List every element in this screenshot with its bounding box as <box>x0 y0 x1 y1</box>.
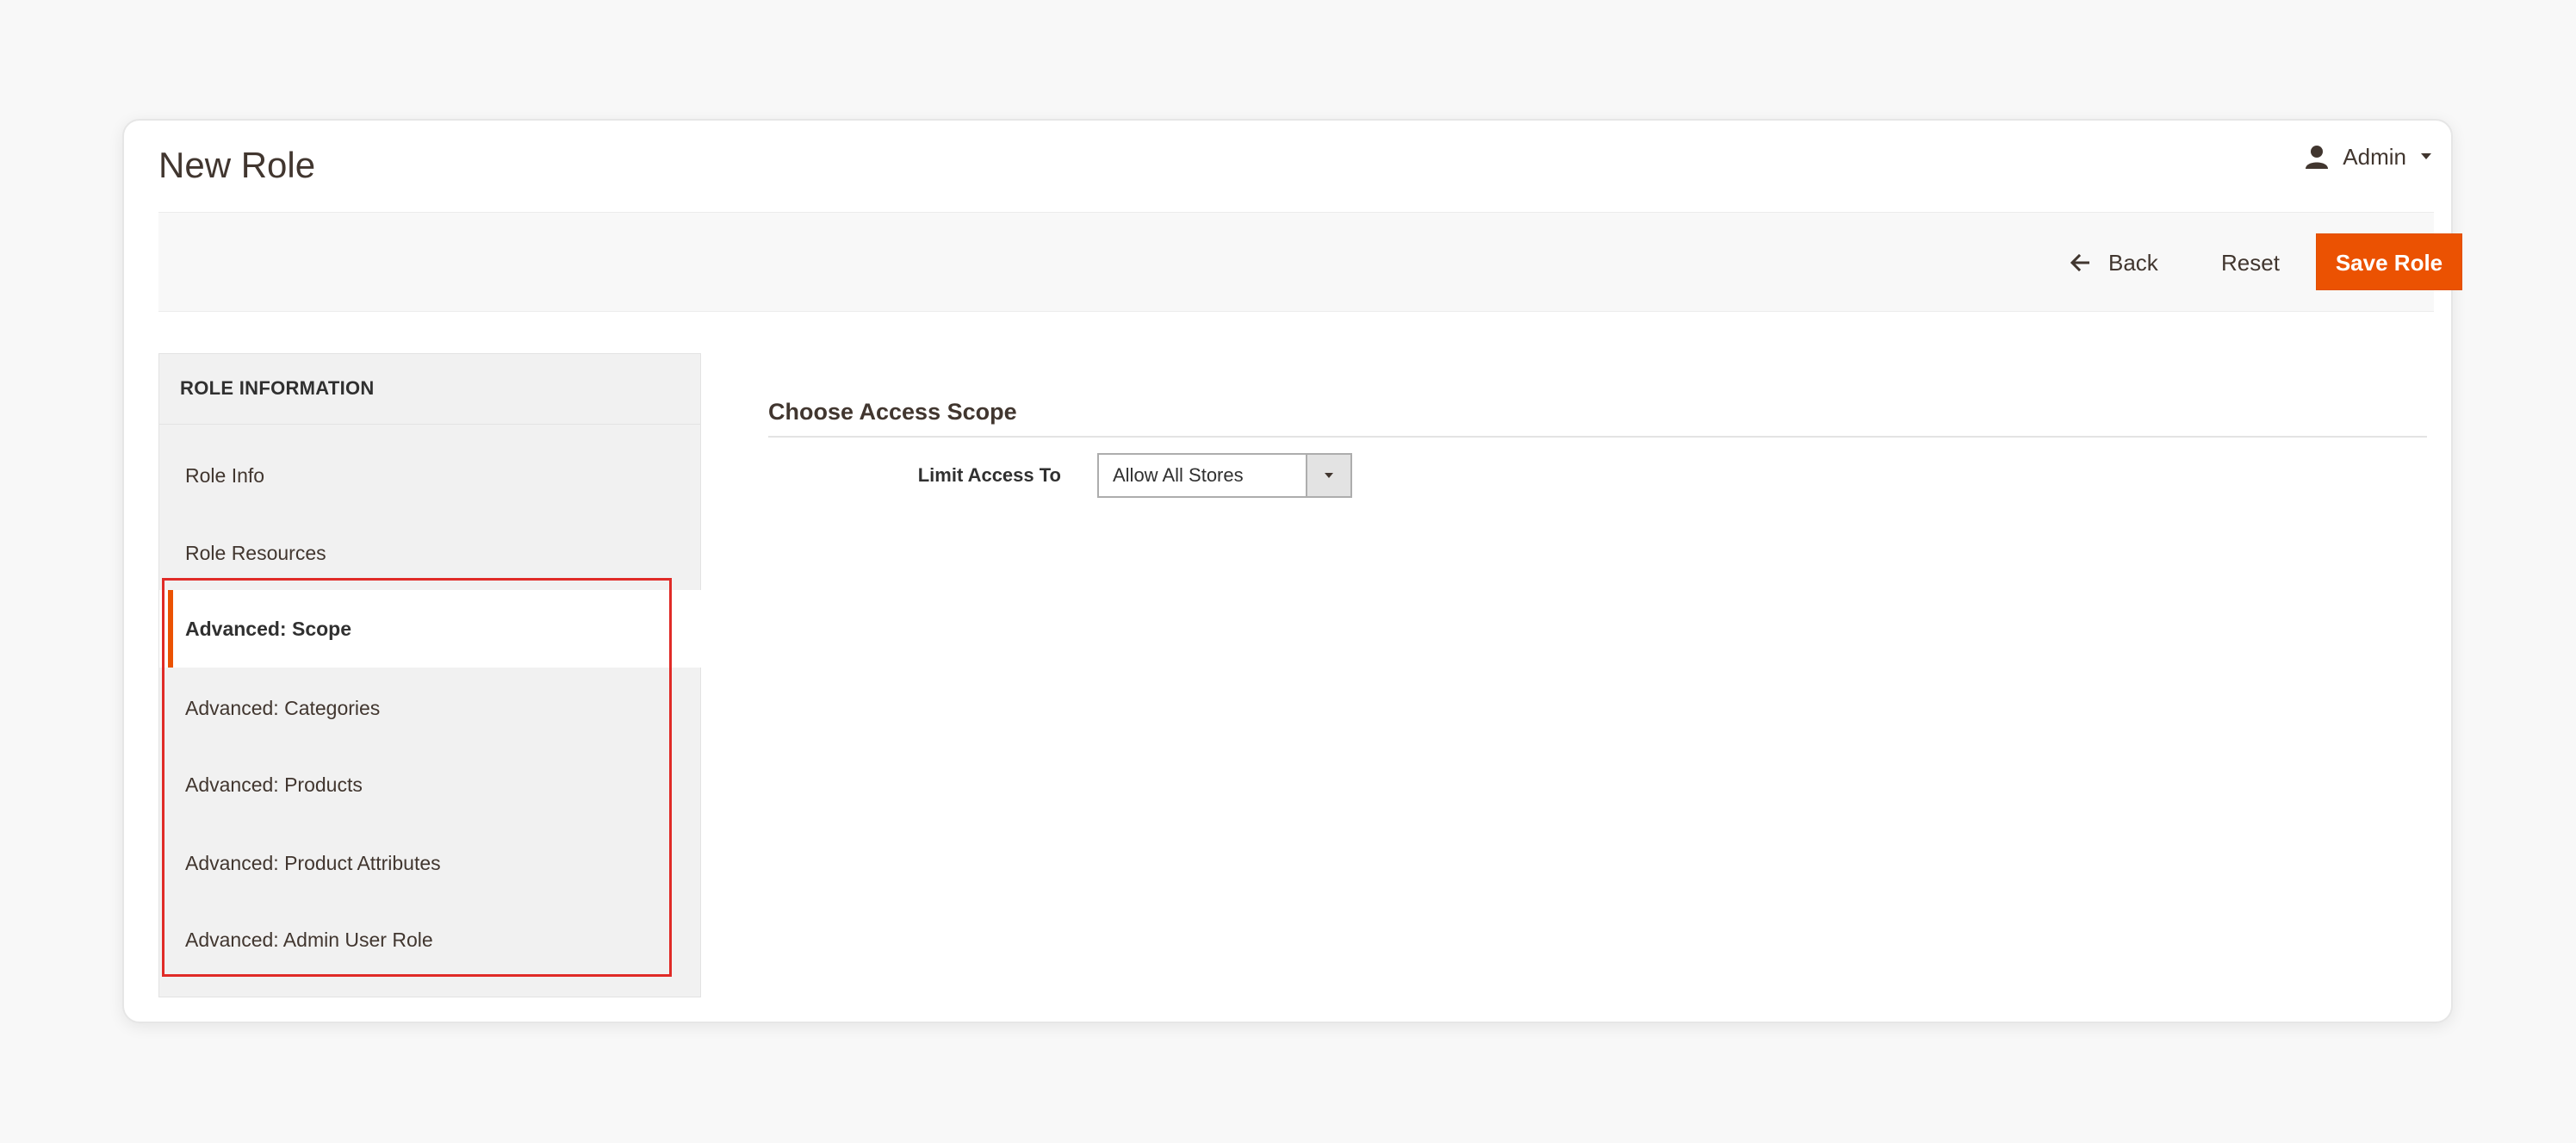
user-icon <box>2305 145 2329 169</box>
tab-advanced-product-attributes[interactable]: Advanced: Product Attributes <box>159 824 700 902</box>
role-edit-panel: New Role Admin Back Reset Save Role ROLE… <box>122 119 2462 1023</box>
tab-label: Advanced: Categories <box>185 697 381 719</box>
caret-down-icon <box>2420 149 2432 165</box>
tab-advanced-categories[interactable]: Advanced: Categories <box>159 669 700 747</box>
limit-access-field: Limit Access To Allow All Stores <box>768 453 1457 498</box>
scope-content: Choose Access Scope Limit Access To Allo… <box>768 388 2427 498</box>
caret-down-icon <box>1306 455 1350 496</box>
arrow-left-icon <box>2070 254 2089 271</box>
tab-role-resources[interactable]: Role Resources <box>159 514 700 592</box>
tab-label: Advanced: Product Attributes <box>185 852 441 874</box>
tab-advanced-products[interactable]: Advanced: Products <box>159 746 700 823</box>
back-button-label: Back <box>2108 249 2158 276</box>
tab-advanced-scope[interactable]: Advanced: Scope <box>159 590 745 668</box>
limit-access-label: Limit Access To <box>917 464 1061 486</box>
limit-access-value: Allow All Stores <box>1113 464 1244 486</box>
tab-label: Role Resources <box>185 542 326 564</box>
section-title: Choose Access Scope <box>768 388 2427 438</box>
active-tab-indicator <box>168 590 173 668</box>
tab-label: Advanced: Scope <box>185 618 351 640</box>
tab-label: Advanced: Products <box>185 773 363 796</box>
tab-advanced-admin-user-role[interactable]: Advanced: Admin User Role <box>159 901 700 978</box>
page-title: New Role <box>158 145 316 185</box>
tab-label: Advanced: Admin User Role <box>185 929 433 951</box>
tab-label: Role Info <box>185 464 265 487</box>
limit-access-select[interactable]: Allow All Stores <box>1097 453 1352 498</box>
admin-user-menu[interactable]: Admin <box>2305 131 2432 183</box>
save-role-button[interactable]: Save Role <box>2316 233 2462 290</box>
back-button[interactable]: Back <box>2070 235 2158 290</box>
tab-role-info[interactable]: Role Info <box>159 437 700 514</box>
tabs-title: ROLE INFORMATION <box>159 354 700 425</box>
page-actions-bar: Back Reset Save Role <box>158 212 2462 312</box>
admin-user-name: Admin <box>2343 143 2406 170</box>
reset-button[interactable]: Reset <box>2221 235 2280 290</box>
